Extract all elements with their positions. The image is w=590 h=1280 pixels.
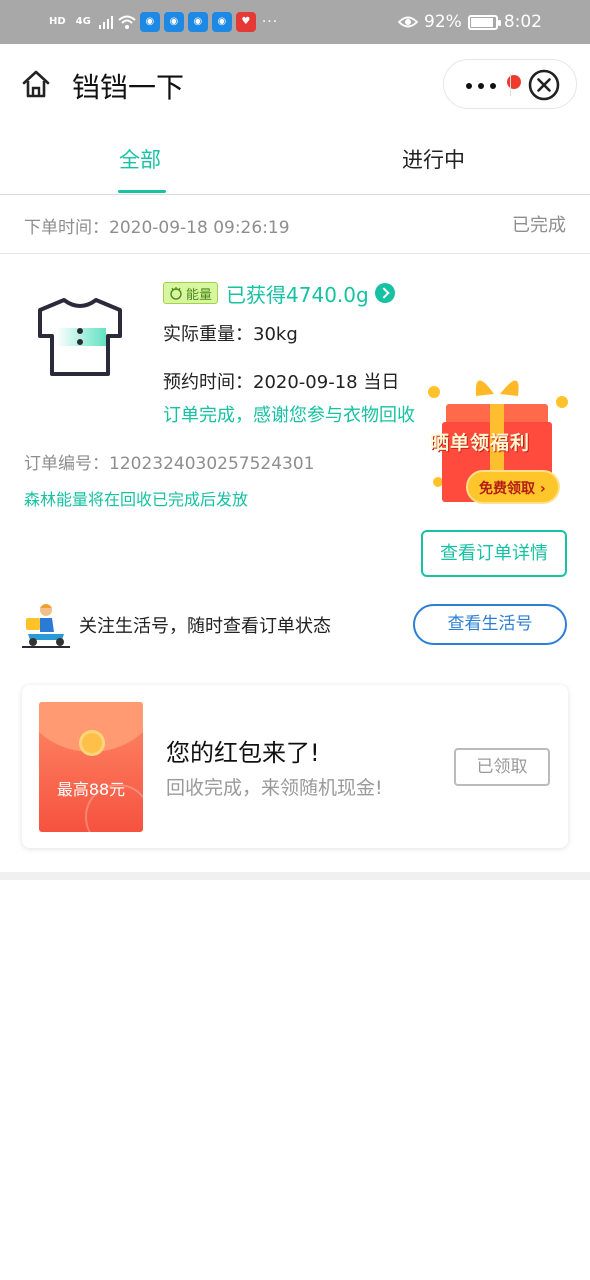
notification-app-icon: ♥ <box>235 12 256 32</box>
order-number: 订单编号：1202324030257524301 <box>24 454 315 474</box>
packet-title: 您的红包来了! <box>166 739 320 767</box>
notification-app-icon: ◉ <box>211 12 232 32</box>
status-right: 92% 8:02 <box>398 11 542 33</box>
status-left: HD 4G ◉ ◉ ◉ ◉ ♥ ··· <box>46 11 278 33</box>
energy-badge-label: 能量 <box>186 287 213 303</box>
coin-icon <box>79 730 105 756</box>
hd-indicator: HD <box>49 16 66 27</box>
more-icon[interactable] <box>462 70 521 100</box>
energy-leaf-icon <box>170 287 182 300</box>
promo-title: 晒单领福利 <box>430 432 531 454</box>
view-order-detail-button[interactable]: 查看订单详情 <box>421 530 567 577</box>
battery-fill <box>470 17 493 27</box>
tab-in-progress[interactable]: 进行中 <box>402 144 465 174</box>
clock: 8:02 <box>503 12 542 32</box>
actual-weight: 实际重量：30kg <box>163 324 298 345</box>
battery-icon <box>467 14 501 30</box>
more-dot <box>490 83 496 89</box>
mini-app-header: 铛铛一下 <box>0 44 590 124</box>
tshirt-icon <box>38 298 122 376</box>
claimed-button[interactable]: 已领取 <box>454 748 550 786</box>
packet-amount: 最高88元 <box>56 780 126 799</box>
eye-comfort-icon <box>398 16 419 28</box>
page-title: 铛铛一下 <box>72 71 185 104</box>
network-type: 4G <box>75 16 91 27</box>
close-icon[interactable] <box>527 68 561 102</box>
follow-prompt: 关注生活号，随时查看订单状态 <box>79 616 331 637</box>
energy-earned: 已获得4740.0g <box>226 282 369 307</box>
section-divider <box>0 872 590 880</box>
energy-earned-row[interactable]: 能量 已获得4740.0g <box>163 279 395 307</box>
order-header: 下单时间：2020-09-18 09:26:19 已完成 <box>0 196 590 254</box>
energy-badge: 能量 <box>163 282 219 304</box>
more-notifications-icon: ··· <box>261 14 279 30</box>
capsule-menu <box>443 59 577 109</box>
wifi-icon <box>118 15 136 29</box>
notification-app-icon: ◉ <box>163 12 184 32</box>
red-packet-image: 最高88元 <box>39 702 143 832</box>
tab-active-indicator <box>118 190 166 193</box>
notification-app-icon: ◉ <box>139 12 160 32</box>
energy-note: 森林能量将在回收已完成后发放 <box>24 490 249 509</box>
delivery-rider-icon <box>22 604 70 648</box>
more-dot <box>478 83 484 89</box>
order-tabs: 全部 进行中 <box>0 124 590 195</box>
view-life-account-button[interactable]: 查看生活号 <box>413 604 567 645</box>
home-icon[interactable] <box>20 68 52 100</box>
chevron-right-icon <box>374 283 395 303</box>
more-dot <box>466 83 472 89</box>
appointment-time: 预约时间：2020-09-18 当日 <box>163 372 400 393</box>
packet-subtitle: 回收完成，来领随机现金! <box>166 777 383 799</box>
red-packet-card[interactable]: 最高88元 您的红包来了! 回收完成，来领随机现金! 已领取 <box>22 685 568 848</box>
completion-message: 订单完成，感谢您参与衣物回收 <box>163 405 415 426</box>
notification-app-icon: ◉ <box>187 12 208 32</box>
tab-all[interactable]: 全部 <box>119 144 161 174</box>
status-bar: HD 4G ◉ ◉ ◉ ◉ ♥ ··· 92% 8:02 <box>0 0 590 44</box>
free-claim-button[interactable]: 免费领取 › <box>466 470 560 504</box>
signal-icon <box>98 16 113 29</box>
order-status: 已完成 <box>512 215 566 236</box>
capsule-divider <box>510 74 511 96</box>
order-time: 下单时间：2020-09-18 09:26:19 <box>24 218 290 238</box>
battery-percent: 92% <box>424 12 462 32</box>
